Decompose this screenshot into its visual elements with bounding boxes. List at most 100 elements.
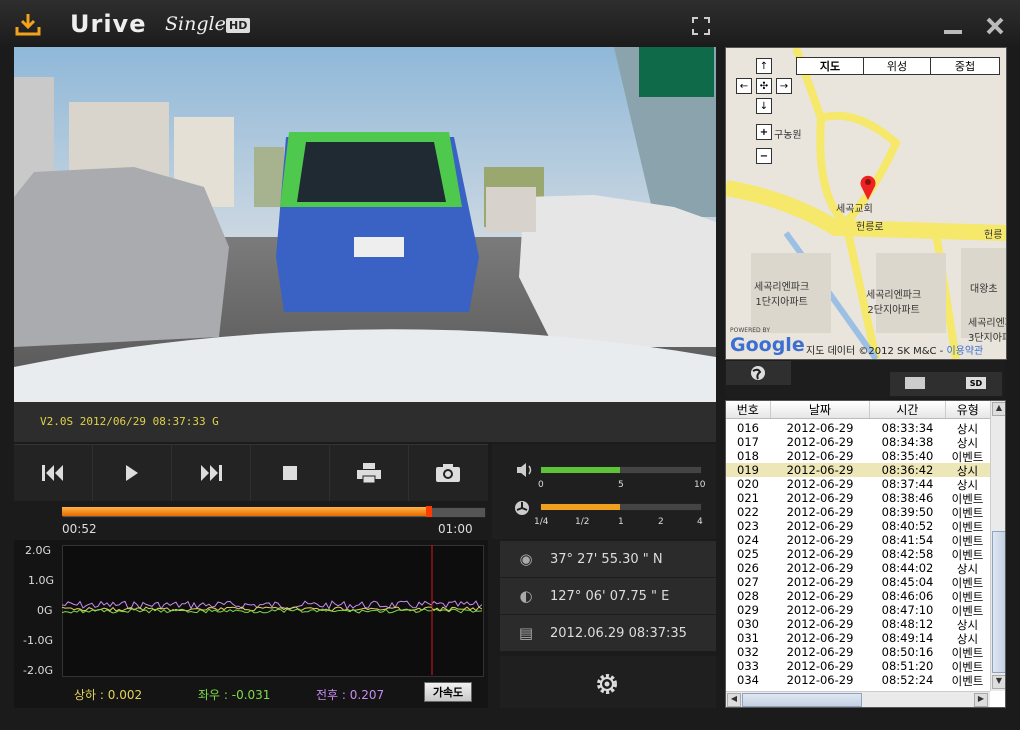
list-item[interactable]: 021 2012-06-29 08:38:46 이벤트: [726, 491, 990, 505]
recording-list: 번호 날짜 시간 유형 016 2012-06-29 08:33:34 상시 017 20…: [725, 400, 1006, 708]
cell-time: 08:39:50: [881, 505, 934, 519]
speaker-icon[interactable]: [516, 462, 534, 478]
cell-number: 029: [737, 603, 759, 617]
cell-time: 08:41:54: [881, 533, 934, 547]
column-header-time[interactable]: 시간: [870, 401, 946, 418]
print-button[interactable]: [330, 445, 409, 501]
cell-type: 이벤트: [951, 646, 984, 659]
map-view[interactable]: 지도 위성 중첩 ↑ ← ✣ → ↓ + − 구농원 세곡교회 헌릉로 헌릉 세…: [725, 47, 1007, 360]
cell-date: 2012-06-29: [786, 547, 854, 561]
scroll-right-button[interactable]: ▶: [974, 693, 988, 707]
latitude-value: 37° 27' 55.30 " N: [550, 551, 663, 567]
acceleration-button[interactable]: 가속도: [424, 682, 472, 702]
list-item[interactable]: 020 2012-06-29 08:37:44 상시: [726, 477, 990, 491]
minimize-icon[interactable]: [944, 30, 962, 34]
cell-type: 상시: [956, 618, 979, 631]
end-time: 01:00: [438, 522, 473, 536]
list-item[interactable]: 030 2012-06-29 08:48:12 상시: [726, 617, 990, 631]
cell-type: 상시: [956, 632, 979, 645]
cell-date: 2012-06-29: [786, 463, 854, 477]
list-item[interactable]: 026 2012-06-29 08:44:02 상시: [726, 561, 990, 575]
list-item[interactable]: 024 2012-06-29 08:41:54 이벤트: [726, 533, 990, 547]
list-item[interactable]: 022 2012-06-29 08:39:50 이벤트: [726, 505, 990, 519]
cell-time: 08:33:34: [881, 421, 934, 435]
list-item[interactable]: 027 2012-06-29 08:45:04 이벤트: [726, 575, 990, 589]
pan-center-button[interactable]: ✣: [756, 78, 772, 94]
download-icon[interactable]: [14, 12, 42, 38]
cell-date: 2012-06-29: [786, 519, 854, 533]
list-item[interactable]: 017 2012-06-29 08:34:38 상시: [726, 435, 990, 449]
cell-type: 이벤트: [951, 604, 984, 617]
gsensor-y-label: 1.0G: [28, 574, 55, 587]
stop-icon: [283, 466, 297, 480]
horizontal-scrollbar[interactable]: ◀ ▶: [726, 691, 990, 707]
horizontal-scroll-thumb[interactable]: [742, 693, 862, 707]
close-icon[interactable]: [986, 17, 1004, 35]
list-item[interactable]: 025 2012-06-29 08:42:58 이벤트: [726, 547, 990, 561]
map-tab-satellite[interactable]: 위성: [863, 57, 931, 75]
cell-number: 024: [737, 533, 759, 547]
list-header: 번호 날짜 시간 유형: [726, 401, 990, 419]
scroll-left-button[interactable]: ◀: [727, 693, 741, 707]
front-back-value: 전후 : 0.207: [316, 688, 385, 702]
pan-up-button[interactable]: ↑: [756, 58, 772, 74]
list-item[interactable]: 033 2012-06-29 08:51:20 이벤트: [726, 659, 990, 673]
zoom-in-button[interactable]: +: [756, 124, 772, 140]
cell-time: 08:47:10: [881, 603, 934, 617]
scroll-down-button[interactable]: ▼: [992, 675, 1005, 689]
play-button[interactable]: [93, 445, 172, 501]
cell-time: 08:44:02: [881, 561, 934, 575]
pan-left-button[interactable]: ←: [736, 78, 752, 94]
map-pin-icon[interactable]: [859, 173, 877, 201]
map-tab-hybrid[interactable]: 중첩: [930, 57, 1000, 75]
list-item[interactable]: 031 2012-06-29 08:49:14 상시: [726, 631, 990, 645]
column-header-type[interactable]: 유형: [946, 401, 990, 418]
folder-icon[interactable]: [905, 377, 925, 389]
cell-number: 023: [737, 519, 759, 533]
pan-right-button[interactable]: →: [776, 78, 792, 94]
title-bar: [0, 0, 1020, 46]
cell-date: 2012-06-29: [786, 561, 854, 575]
globe-icon: ◐: [519, 587, 533, 605]
speed-tick: 4: [697, 517, 703, 527]
list-item[interactable]: 034 2012-06-29 08:52:24 이벤트: [726, 673, 990, 687]
snapshot-button[interactable]: [409, 445, 487, 501]
scroll-thumb[interactable]: [992, 531, 1005, 673]
list-item[interactable]: 018 2012-06-29 08:35:40 이벤트: [726, 449, 990, 463]
progress-handle[interactable]: [426, 506, 433, 517]
next-button[interactable]: [172, 445, 251, 501]
zoom-out-button[interactable]: −: [756, 148, 772, 164]
list-item[interactable]: 028 2012-06-29 08:46:06 이벤트: [726, 589, 990, 603]
column-header-number[interactable]: 번호: [726, 401, 771, 418]
cell-time: 08:38:46: [881, 491, 934, 505]
cell-date: 2012-06-29: [786, 589, 854, 603]
list-item[interactable]: 032 2012-06-29 08:50:16 이벤트: [726, 645, 990, 659]
list-item[interactable]: 016 2012-06-29 08:33:34 상시: [726, 421, 990, 435]
sd-card-icon[interactable]: SD: [966, 377, 986, 389]
map-tab-map[interactable]: 지도: [796, 57, 864, 75]
vertical-scrollbar[interactable]: ▲ ▼: [990, 401, 1005, 691]
video-frame[interactable]: [14, 47, 716, 442]
list-item[interactable]: 029 2012-06-29 08:47:10 이벤트: [726, 603, 990, 617]
column-header-date[interactable]: 날짜: [771, 401, 871, 418]
gsensor-chart: [62, 545, 482, 675]
cell-date: 2012-06-29: [786, 421, 854, 435]
globe-icon: [751, 366, 765, 380]
previous-button[interactable]: [14, 445, 93, 501]
scroll-up-button[interactable]: ▲: [992, 402, 1005, 416]
powered-by-text: POWERED BY: [730, 327, 771, 334]
terms-link[interactable]: 이용약관: [946, 346, 983, 357]
list-item[interactable]: 023 2012-06-29 08:40:52 이벤트: [726, 519, 990, 533]
longitude-value: 127° 06' 07.75 " E: [550, 588, 670, 604]
pan-down-button[interactable]: ↓: [756, 98, 772, 114]
skip-forward-icon: [201, 465, 222, 481]
cell-type: 상시: [956, 422, 979, 435]
speed-icon[interactable]: [514, 500, 530, 516]
cell-type: 상시: [956, 478, 979, 491]
stop-button[interactable]: [251, 445, 330, 501]
list-item[interactable]: 019 2012-06-29 08:36:42 상시: [726, 463, 990, 477]
fullscreen-icon[interactable]: [692, 17, 710, 35]
speed-tick: 1/4: [534, 517, 549, 527]
gear-icon[interactable]: [594, 671, 620, 697]
map-label-road-east: 헌릉: [984, 230, 1003, 241]
